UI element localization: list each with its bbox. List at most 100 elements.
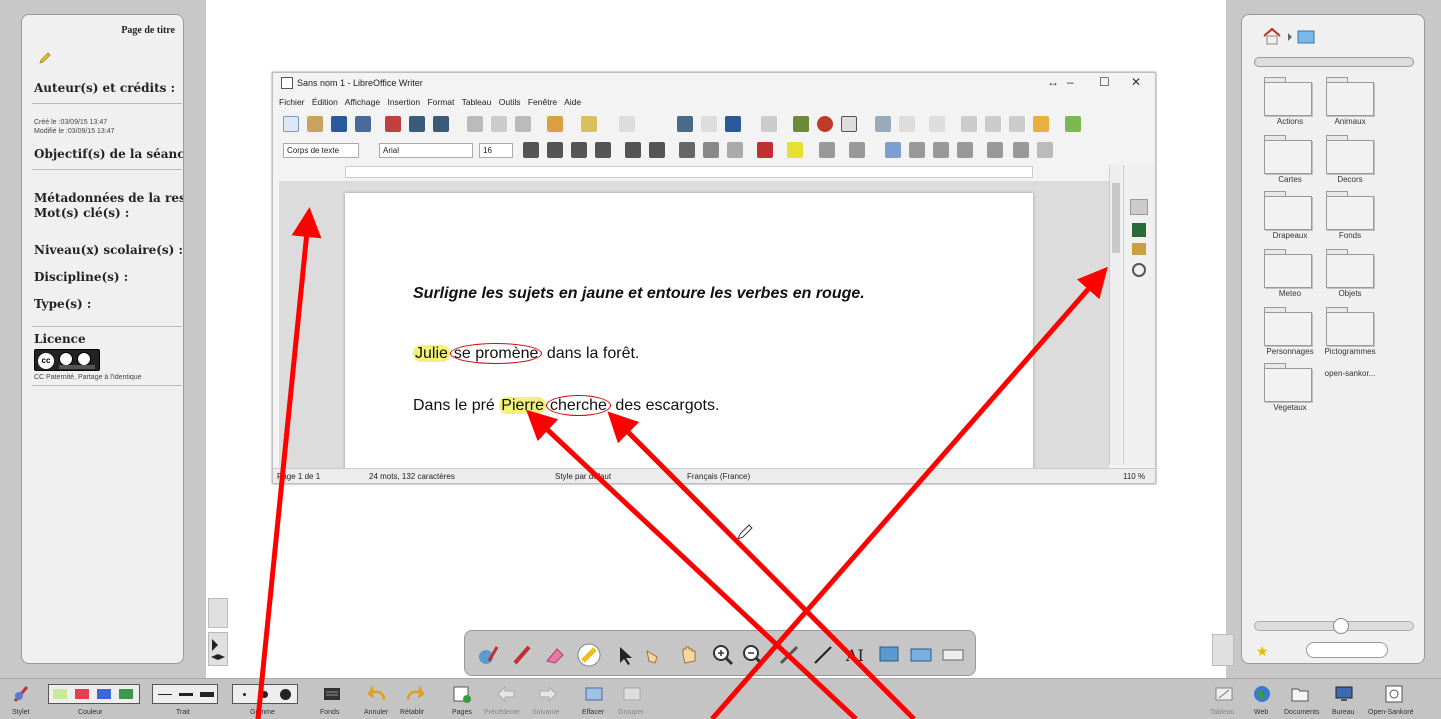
library-search-input[interactable] <box>1306 642 1388 658</box>
display-icon[interactable] <box>909 643 933 667</box>
undo-icon[interactable] <box>368 684 388 704</box>
eraser-size-option[interactable] <box>280 689 291 700</box>
clear-format-icon <box>727 142 743 158</box>
folder-label: Objets <box>1338 289 1362 298</box>
level-heading[interactable]: Niveau(x) scolaire(s) : <box>34 243 183 257</box>
stylus-palette-icon[interactable] <box>477 643 501 667</box>
align-left-icon <box>885 142 901 158</box>
zoom-in-icon[interactable] <box>711 643 735 667</box>
eraser-size-selector[interactable] <box>232 684 298 704</box>
favorite-star-icon[interactable]: ★ <box>1256 643 1269 660</box>
web-globe-icon[interactable] <box>1252 684 1272 704</box>
folder-meteo[interactable] <box>1264 249 1316 289</box>
open-icon <box>307 116 323 132</box>
metadata-heading: Métadonnées de la ressc <box>34 191 184 205</box>
documents-label: Documents <box>1284 709 1320 716</box>
paragraph-style-combo: Corps de texte <box>283 143 359 158</box>
desktop-icon[interactable] <box>1334 684 1354 704</box>
libreoffice-writer-screenshot[interactable]: Sans nom 1 - LibreOffice Writer ↔ – ☐ ✕ … <box>272 72 1156 484</box>
color-selector[interactable] <box>48 684 140 704</box>
folder-cartes[interactable] <box>1264 135 1316 175</box>
objective-heading[interactable]: Objectif(s) de la séance <box>34 147 183 161</box>
breadcrumb-folder-icon[interactable] <box>1286 29 1316 45</box>
eraser-size-option[interactable] <box>261 691 268 698</box>
color-swatch[interactable] <box>119 689 133 699</box>
line-tool-icon[interactable] <box>811 643 835 667</box>
folder-objets[interactable] <box>1326 249 1378 289</box>
add-page-icon[interactable] <box>452 684 472 704</box>
capture-icon[interactable] <box>877 643 901 667</box>
folder-actions[interactable] <box>1264 77 1316 117</box>
folder-vegetaux[interactable] <box>1264 363 1316 403</box>
selector-arrow-icon[interactable] <box>613 643 637 667</box>
folder-pictogrammes[interactable] <box>1326 307 1378 347</box>
footnote-icon <box>985 116 1001 132</box>
previous-arrow-icon[interactable] <box>496 684 516 704</box>
board-mode-icon[interactable] <box>1214 684 1234 704</box>
pen-icon[interactable] <box>511 643 535 667</box>
folder-label: open-sankor... <box>1324 369 1376 378</box>
color-swatch[interactable] <box>75 689 89 699</box>
annuler-label: Annuler <box>364 709 389 716</box>
group-icon[interactable] <box>622 684 642 704</box>
retablir-label: Rétablir <box>400 709 425 716</box>
instruction-text: Surligne les sujets en jaune et entoure … <box>413 285 865 302</box>
background-icon[interactable] <box>322 684 342 704</box>
zoom-out-icon[interactable] <box>741 643 765 667</box>
image-icon <box>793 116 809 132</box>
formatting-toolbar: Corps de texte Arial 16 <box>277 137 1153 163</box>
folder-label: Pictogrammes <box>1324 347 1376 356</box>
tableau-label: Tableau <box>1210 709 1235 716</box>
eraser-size-option[interactable] <box>243 693 246 696</box>
color-swatch[interactable] <box>97 689 111 699</box>
precedente-label: Précédente <box>484 709 520 716</box>
line-width-selector[interactable] <box>152 684 218 704</box>
hand-pan-icon[interactable] <box>677 643 701 667</box>
home-icon[interactable] <box>1262 27 1282 45</box>
line-width-option[interactable] <box>179 693 193 696</box>
left-panel-toggle-button[interactable] <box>208 632 228 666</box>
folder-drapeaux[interactable] <box>1264 191 1316 231</box>
edit-pencil-icon[interactable] <box>38 51 52 65</box>
erase-icon[interactable] <box>584 684 604 704</box>
color-swatch[interactable] <box>53 689 67 699</box>
bullets-icon <box>819 142 835 158</box>
shadow-icon <box>679 142 695 158</box>
right-panel-toggle-button[interactable] <box>1212 634 1234 666</box>
fonds-label: Fonds <box>320 709 340 716</box>
floating-tool-palette: AI <box>464 630 976 676</box>
author-heading[interactable]: Auteur(s) et crédits : <box>34 81 175 95</box>
eraser-icon[interactable] <box>543 643 567 667</box>
laser-pointer-icon[interactable] <box>777 643 801 667</box>
breadcrumb-scrollbar[interactable] <box>1254 57 1414 67</box>
folder-decors[interactable] <box>1326 135 1378 175</box>
discipline-heading[interactable]: Discipline(s) : <box>34 270 128 284</box>
open-sankore-icon[interactable] <box>1384 684 1404 704</box>
decrease-indent-icon <box>1037 142 1053 158</box>
redo-icon[interactable] <box>404 684 424 704</box>
folder-animaux[interactable] <box>1326 77 1378 117</box>
menu-item: Aide <box>564 97 582 107</box>
folder-label: Vegetaux <box>1273 403 1307 412</box>
line-width-option[interactable] <box>200 692 214 697</box>
pointing-hand-icon[interactable] <box>643 643 667 667</box>
menu-item: Outils <box>498 97 521 107</box>
zoom-level: 110 % <box>1123 472 1146 481</box>
thumbnail-size-slider[interactable] <box>1254 618 1414 634</box>
minimize-icon: – <box>1067 75 1074 89</box>
stylus-icon[interactable] <box>12 684 32 704</box>
type-heading[interactable]: Type(s) : <box>34 297 91 311</box>
highlighter-icon[interactable] <box>577 643 601 667</box>
window-title: Sans nom 1 - LibreOffice Writer <box>297 78 423 88</box>
left-panel-scroll-button[interactable] <box>208 598 228 628</box>
library-panel: Actions Animaux Cartes Decors Drapeaux F… <box>1241 14 1425 664</box>
next-arrow-icon[interactable] <box>538 684 558 704</box>
folder-fonds[interactable] <box>1326 191 1378 231</box>
keywords-heading[interactable]: Mot(s) clé(s) : <box>34 206 129 220</box>
page-style: Style par défaut <box>555 472 612 481</box>
line-width-option[interactable] <box>158 694 172 695</box>
virtual-keyboard-icon[interactable] <box>941 643 965 667</box>
folder-personnages[interactable] <box>1264 307 1316 347</box>
text-tool-icon[interactable]: AI <box>843 643 867 667</box>
documents-folder-icon[interactable] <box>1290 684 1310 704</box>
